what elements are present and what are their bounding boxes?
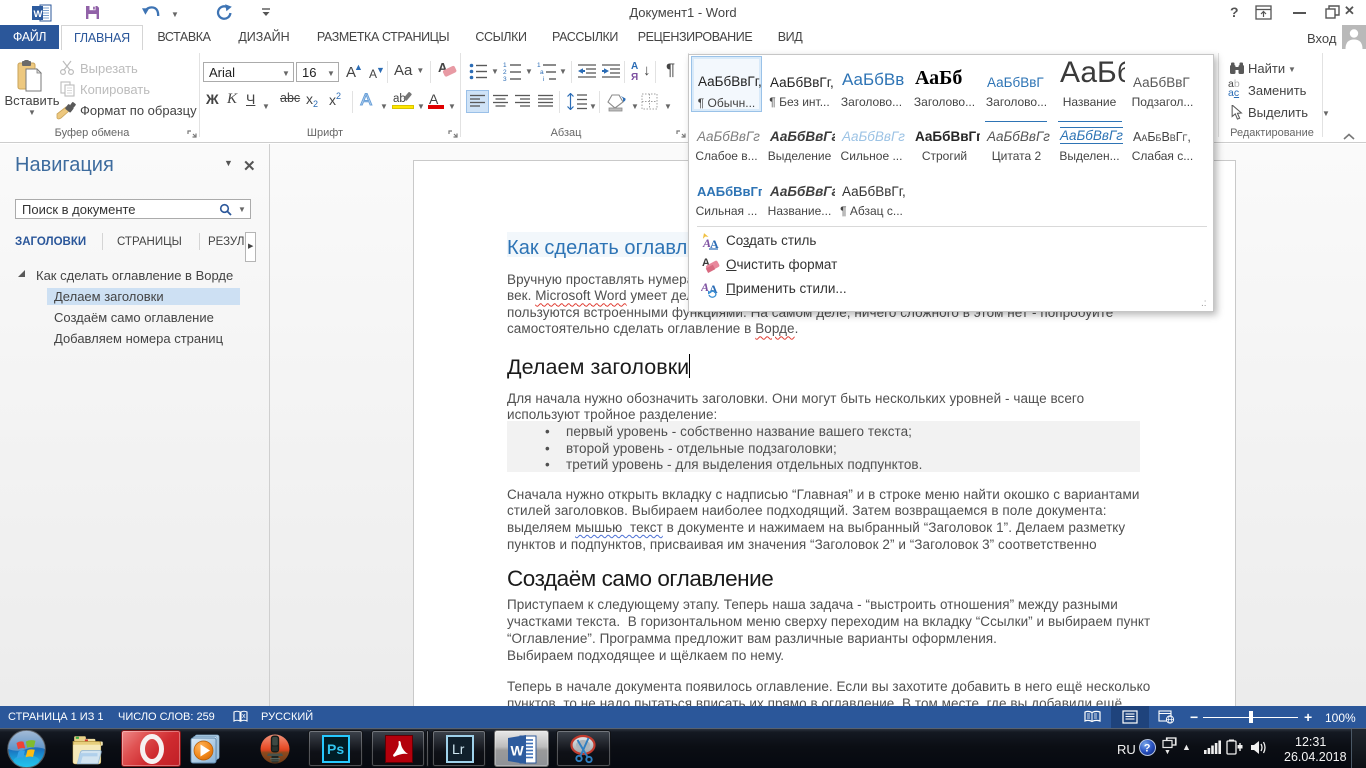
svg-text:A: A	[709, 282, 718, 296]
svg-text:1: 1	[503, 62, 507, 69]
svg-text:A: A	[710, 237, 719, 250]
svg-text:W: W	[511, 743, 525, 759]
svg-text:?: ?	[1144, 743, 1151, 755]
svg-text:i: i	[543, 76, 544, 81]
svg-text:А: А	[361, 90, 373, 109]
svg-text:1: 1	[537, 62, 541, 69]
svg-text:a: a	[540, 69, 544, 76]
svg-text:W: W	[34, 9, 43, 20]
svg-text:A: A	[701, 280, 709, 294]
svg-text:3: 3	[503, 76, 507, 81]
svg-text:2: 2	[503, 69, 507, 76]
svg-text:x: x	[242, 713, 246, 720]
